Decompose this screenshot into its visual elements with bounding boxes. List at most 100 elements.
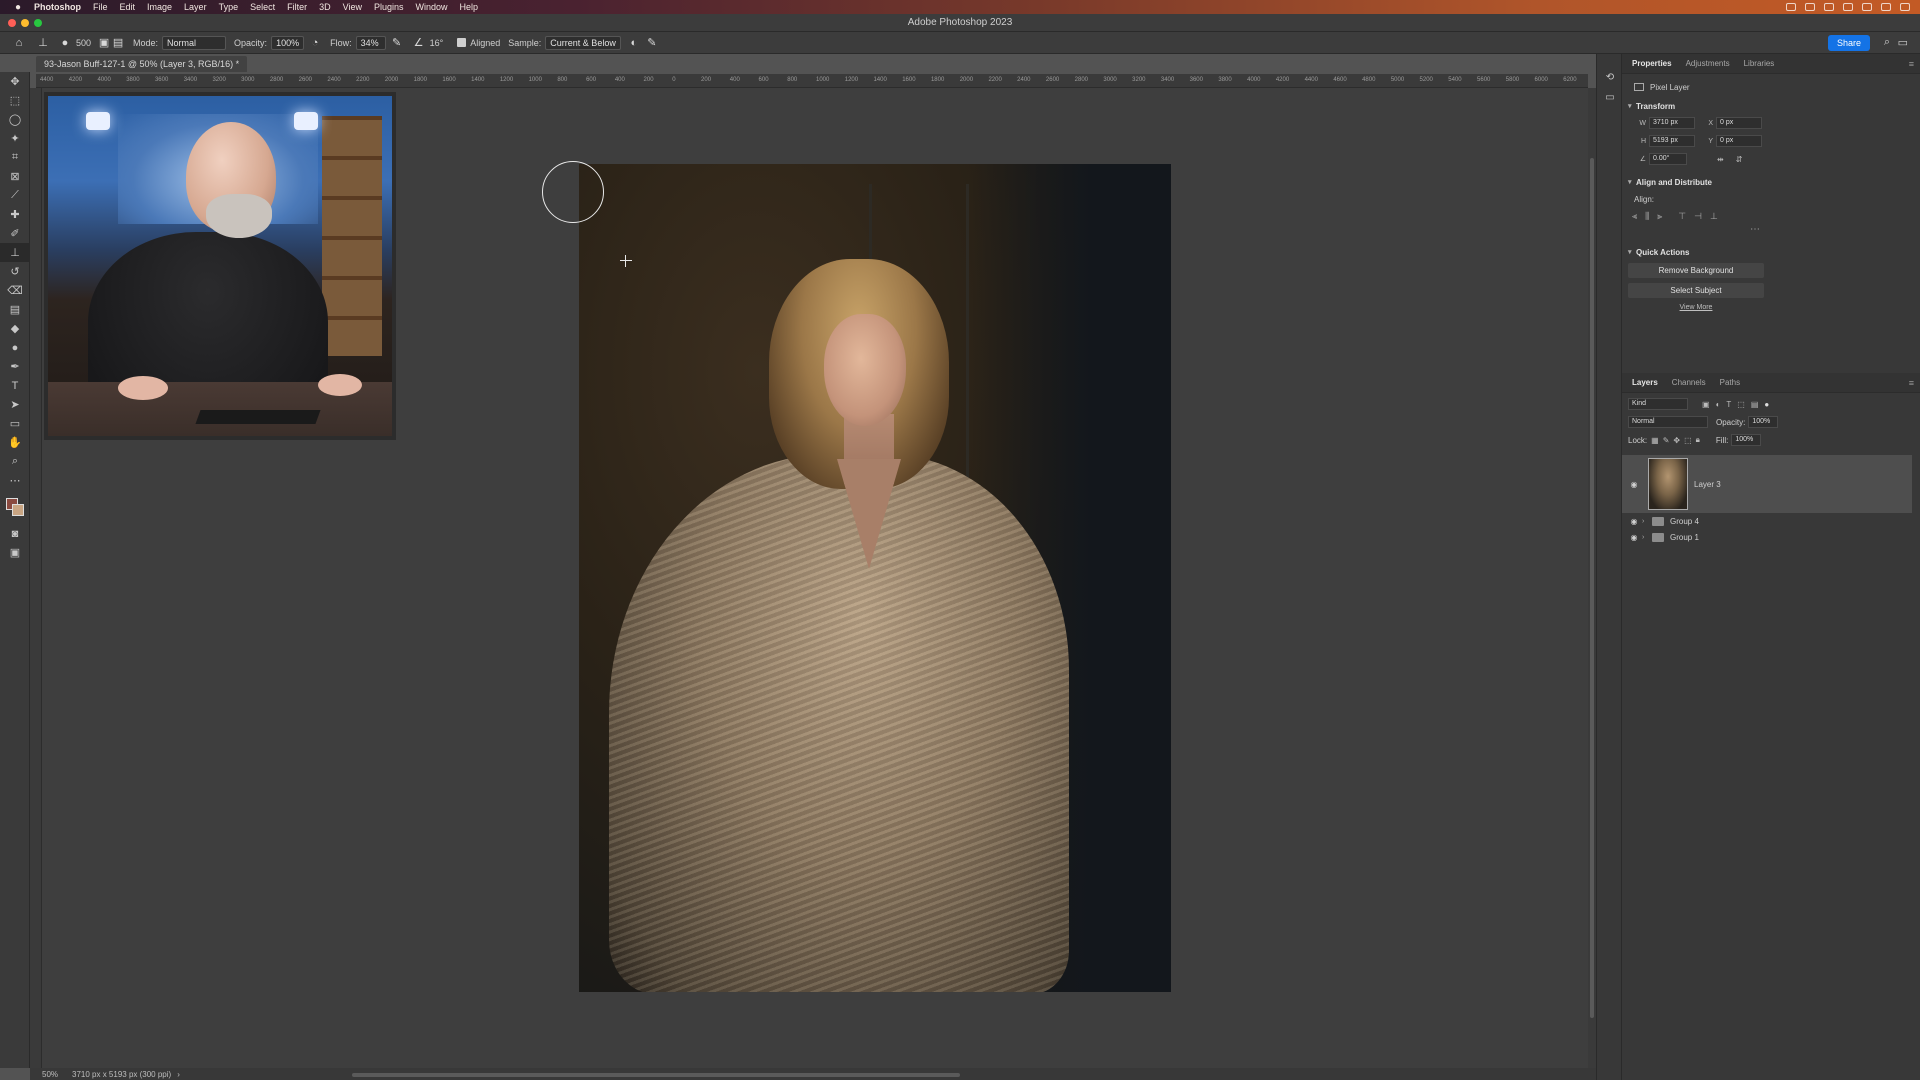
select-subject-button[interactable]: Select Subject	[1628, 283, 1764, 298]
eye-icon[interactable]: ◉	[1626, 480, 1642, 489]
menu-help[interactable]: Help	[460, 2, 479, 12]
quick-actions-header[interactable]: ▾ Quick Actions	[1622, 244, 1920, 260]
menu-plugins[interactable]: Plugins	[374, 2, 404, 12]
document-image[interactable]	[579, 164, 1171, 992]
chevron-right-icon[interactable]: ›	[1642, 518, 1652, 525]
dodge-tool-icon[interactable]: ●	[0, 338, 30, 357]
pen-tool-icon[interactable]: ✒	[0, 357, 30, 376]
align-top-icon[interactable]: ⊤	[1678, 211, 1686, 222]
filter-type-icon[interactable]: T	[1726, 400, 1731, 409]
comments-panel-icon[interactable]: ▭	[1597, 88, 1623, 106]
vertical-scrollbar[interactable]	[1588, 88, 1596, 1068]
battery-icon[interactable]	[1881, 3, 1891, 11]
rectangle-tool-icon[interactable]: ▭	[0, 414, 30, 433]
move-tool-icon[interactable]: ✥	[0, 72, 30, 91]
workspace-icon[interactable]: ▭	[1898, 36, 1908, 49]
history-panel-icon[interactable]: ⟲	[1597, 68, 1623, 86]
menu-type[interactable]: Type	[219, 2, 239, 12]
marquee-tool-icon[interactable]: ⬚	[0, 91, 30, 110]
remove-background-button[interactable]: Remove Background	[1628, 263, 1764, 278]
magic-wand-tool-icon[interactable]: ✦	[0, 129, 30, 148]
lock-artboard-icon[interactable]: ⬚	[1684, 436, 1692, 445]
sample-select[interactable]: Current & Below	[545, 35, 621, 50]
tab-adjustments[interactable]: Adjustments	[1682, 59, 1734, 68]
gradient-tool-icon[interactable]: ▤	[0, 300, 30, 319]
vertical-scroll-thumb[interactable]	[1590, 158, 1594, 1018]
control-center-icon[interactable]	[1805, 3, 1815, 11]
chevron-right-icon[interactable]: ›	[177, 1070, 180, 1079]
eye-icon[interactable]: ◉	[1626, 517, 1642, 526]
clone-stamp-tool-icon[interactable]: ⊥	[0, 243, 30, 262]
layer-filter-kind-select[interactable]: Kind	[1628, 398, 1688, 410]
eyedropper-tool-icon[interactable]: ⟋	[0, 186, 30, 205]
view-more-link[interactable]: View More	[1628, 304, 1764, 311]
menu-layer[interactable]: Layer	[184, 2, 207, 12]
lock-all-icon[interactable]: 🔒︎	[1696, 435, 1700, 445]
brush-preset-picker[interactable]: ● 500	[58, 36, 91, 50]
search-icon[interactable]	[1862, 3, 1872, 11]
menu-3d[interactable]: 3D	[319, 2, 331, 12]
mode-select[interactable]: Normal	[162, 35, 227, 50]
screen-mode-icon[interactable]: ▣	[0, 543, 30, 562]
menu-window[interactable]: Window	[416, 2, 448, 12]
zoom-level[interactable]: 50%	[42, 1070, 58, 1079]
clone-source-icon[interactable]: ▤	[111, 36, 125, 50]
align-center-icon[interactable]: ⫼	[1645, 211, 1649, 222]
menu-filter[interactable]: Filter	[287, 2, 307, 12]
lock-image-icon[interactable]: ✎	[1663, 436, 1670, 445]
pressure-size-icon[interactable]: ✎	[645, 36, 659, 50]
fill-field[interactable]: 100%	[1731, 434, 1762, 446]
filter-shape-icon[interactable]: ⬚	[1737, 400, 1745, 409]
menu-app-photoshop[interactable]: Photoshop	[34, 2, 81, 12]
pressure-opacity-icon[interactable]: ◔	[308, 36, 322, 50]
align-middle-icon[interactable]: ⊣	[1694, 211, 1702, 222]
menu-file[interactable]: File	[93, 2, 108, 12]
search-icon[interactable]: ⌕	[1884, 36, 1890, 49]
clone-stamp-tool-icon[interactable]: ⊥	[36, 36, 50, 50]
blur-tool-icon[interactable]: ◆	[0, 319, 30, 338]
menu-view[interactable]: View	[343, 2, 362, 12]
flip-vertical-icon[interactable]: ⇵	[1736, 155, 1743, 164]
menu-image[interactable]: Image	[147, 2, 172, 12]
apple-icon[interactable]: ●	[12, 2, 24, 13]
angle-value[interactable]: 16°	[430, 38, 444, 48]
panel-menu-icon[interactable]: ≡	[1909, 59, 1914, 69]
hand-tool-icon[interactable]: ✋	[0, 433, 30, 452]
color-swatches[interactable]	[0, 494, 30, 524]
align-left-icon[interactable]: ⫷	[1632, 211, 1637, 222]
layer-name[interactable]: Group 1	[1670, 533, 1699, 542]
type-tool-icon[interactable]: T	[0, 376, 30, 395]
ignore-adjustment-layers-icon[interactable]: ◐	[627, 36, 641, 50]
quick-mask-icon[interactable]: ◙	[0, 524, 30, 543]
filter-adjustment-icon[interactable]: ◐	[1716, 400, 1721, 409]
filter-pixel-icon[interactable]: ▣	[1702, 400, 1710, 409]
camera-icon[interactable]	[1824, 3, 1834, 11]
menu-edit[interactable]: Edit	[120, 2, 136, 12]
layer-row-group-1[interactable]: ◉ › Group 1	[1622, 529, 1920, 545]
tab-properties[interactable]: Properties	[1628, 59, 1676, 68]
frame-tool-icon[interactable]: ⊠	[0, 167, 30, 186]
document-size-info[interactable]: 3710 px x 5193 px (300 ppi)	[72, 1070, 171, 1079]
brush-settings-icon[interactable]: ▣	[97, 36, 111, 50]
history-brush-tool-icon[interactable]: ↺	[0, 262, 30, 281]
height-field[interactable]: 5193 px	[1649, 135, 1695, 147]
brush-tool-icon[interactable]: ✐	[0, 224, 30, 243]
menu-select[interactable]: Select	[250, 2, 275, 12]
healing-brush-tool-icon[interactable]: ✚	[0, 205, 30, 224]
transform-section-header[interactable]: ▾ Transform	[1622, 98, 1920, 114]
align-right-icon[interactable]: ⫸	[1657, 211, 1662, 222]
eye-icon[interactable]: ◉	[1626, 533, 1642, 542]
lock-transparent-icon[interactable]: ▦	[1651, 436, 1659, 445]
chevron-right-icon[interactable]: ›	[1642, 534, 1652, 541]
blend-mode-select[interactable]: Normal	[1628, 416, 1708, 428]
lock-position-icon[interactable]: ✥	[1673, 436, 1680, 445]
tab-layers[interactable]: Layers	[1628, 378, 1662, 387]
lasso-tool-icon[interactable]: ◯	[0, 110, 30, 129]
layers-panel-menu-icon[interactable]: ≡	[1909, 378, 1914, 388]
aligned-checkbox[interactable]	[457, 38, 467, 47]
width-field[interactable]: 3710 px	[1649, 117, 1695, 129]
layer-row-layer-3[interactable]: ◉ Layer 3	[1622, 455, 1912, 513]
layer-name[interactable]: Layer 3	[1694, 480, 1721, 489]
x-field[interactable]: 0 px	[1716, 117, 1762, 129]
share-button[interactable]: Share	[1827, 35, 1870, 51]
